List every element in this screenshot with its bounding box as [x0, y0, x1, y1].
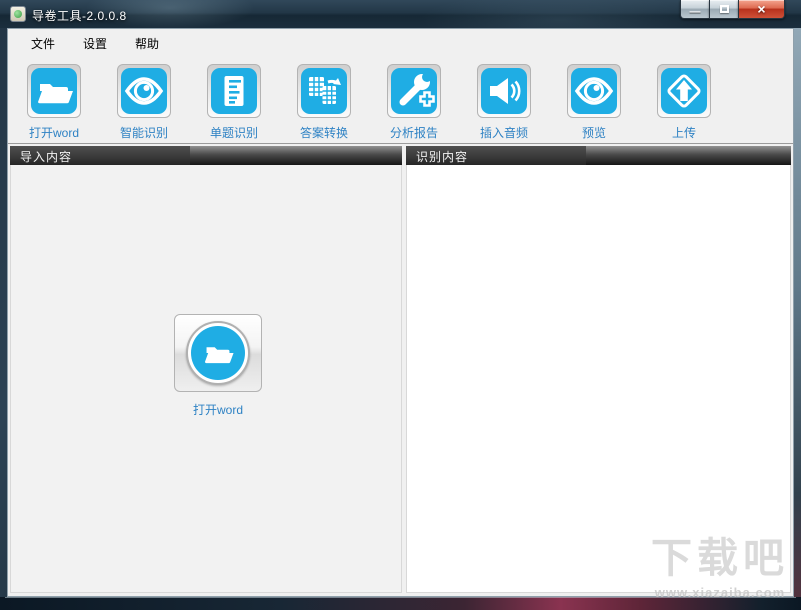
menu-item-settings[interactable]: 设置	[73, 31, 117, 56]
report-icon	[399, 72, 435, 107]
close-icon: ×	[757, 1, 766, 17]
toolbar-button-label: 智能识别	[119, 126, 168, 140]
import-panel-title: 导入内容	[20, 150, 73, 164]
toolbar-button-upload[interactable]: 上传	[646, 64, 722, 141]
app-window: 导卷工具-2.0.0.8 — × 文件 设置 帮助 打开word 智能识别 单题…	[0, 0, 801, 610]
toolbar-button-label: 上传	[671, 126, 696, 140]
recognized-panel-title: 识别内容	[416, 150, 469, 164]
import-panel-body: 打开word	[10, 165, 402, 593]
minimize-icon: —	[689, 6, 701, 18]
toolbar-button-answer-convert[interactable]: 答案转换	[286, 64, 362, 141]
app-icon	[10, 6, 26, 22]
recognized-content-panel: 识别内容	[406, 146, 791, 593]
minimize-button[interactable]: —	[680, 0, 709, 19]
toolbar-button-label: 单题识别	[209, 126, 258, 140]
open-word-big-label: 打开word	[192, 403, 243, 417]
toolbar-button-smart-recognize[interactable]: 智能识别	[106, 64, 182, 141]
toolbar-button-insert-audio[interactable]: 插入音频	[466, 64, 542, 141]
convert-icon	[309, 77, 341, 104]
close-button[interactable]: ×	[738, 0, 785, 19]
maximize-icon	[719, 5, 729, 13]
toolbar-button-preview[interactable]: 预览	[556, 64, 632, 141]
import-content-panel: 导入内容 打开word	[10, 146, 402, 593]
panels-area: 导入内容 打开word 识别内容	[8, 144, 793, 596]
menu-item-file[interactable]: 文件	[21, 31, 65, 56]
toolbar-button-label: 插入音频	[479, 126, 528, 140]
document-icon	[224, 76, 244, 106]
open-folder-icon	[204, 347, 234, 364]
toolbar-button-open-word[interactable]: 打开word	[16, 64, 92, 141]
window-title: 导卷工具-2.0.0.8	[32, 9, 127, 23]
window-frame-bottom	[0, 597, 801, 610]
toolbar-button-label: 打开word	[28, 126, 79, 140]
eye-icon	[574, 77, 614, 105]
menu-item-help[interactable]: 帮助	[125, 31, 169, 56]
recognized-panel-body	[406, 165, 791, 593]
audio-icon	[490, 78, 521, 104]
toolbar-button-label: 分析报告	[389, 126, 438, 140]
window-frame-right	[794, 28, 801, 610]
upload-icon	[667, 74, 701, 108]
window-controls: — ×	[680, 0, 785, 19]
toolbar: 打开word 智能识别 单题识别 答案转换 分析报告 插入音频 预览 上传	[8, 58, 793, 144]
import-panel-header: 导入内容	[10, 146, 402, 165]
toolbar-button-label: 预览	[581, 126, 606, 140]
open-folder-icon	[38, 84, 73, 104]
toolbar-button-single-question[interactable]: 单题识别	[196, 64, 272, 141]
toolbar-button-label: 答案转换	[299, 126, 348, 140]
app-icon-dot	[14, 10, 22, 18]
eye-icon	[124, 77, 164, 105]
menu-bar: 文件 设置 帮助	[8, 29, 793, 58]
titlebar[interactable]: 导卷工具-2.0.0.8 — ×	[0, 0, 801, 28]
maximize-button[interactable]	[709, 0, 738, 19]
recognized-panel-header: 识别内容	[406, 146, 791, 165]
open-word-big-button[interactable]: 打开word	[174, 314, 262, 418]
toolbar-button-analysis-report[interactable]: 分析报告	[376, 64, 452, 141]
client-area: 文件 设置 帮助 打开word 智能识别 单题识别 答案转换 分析报告 插入音频…	[7, 28, 794, 597]
